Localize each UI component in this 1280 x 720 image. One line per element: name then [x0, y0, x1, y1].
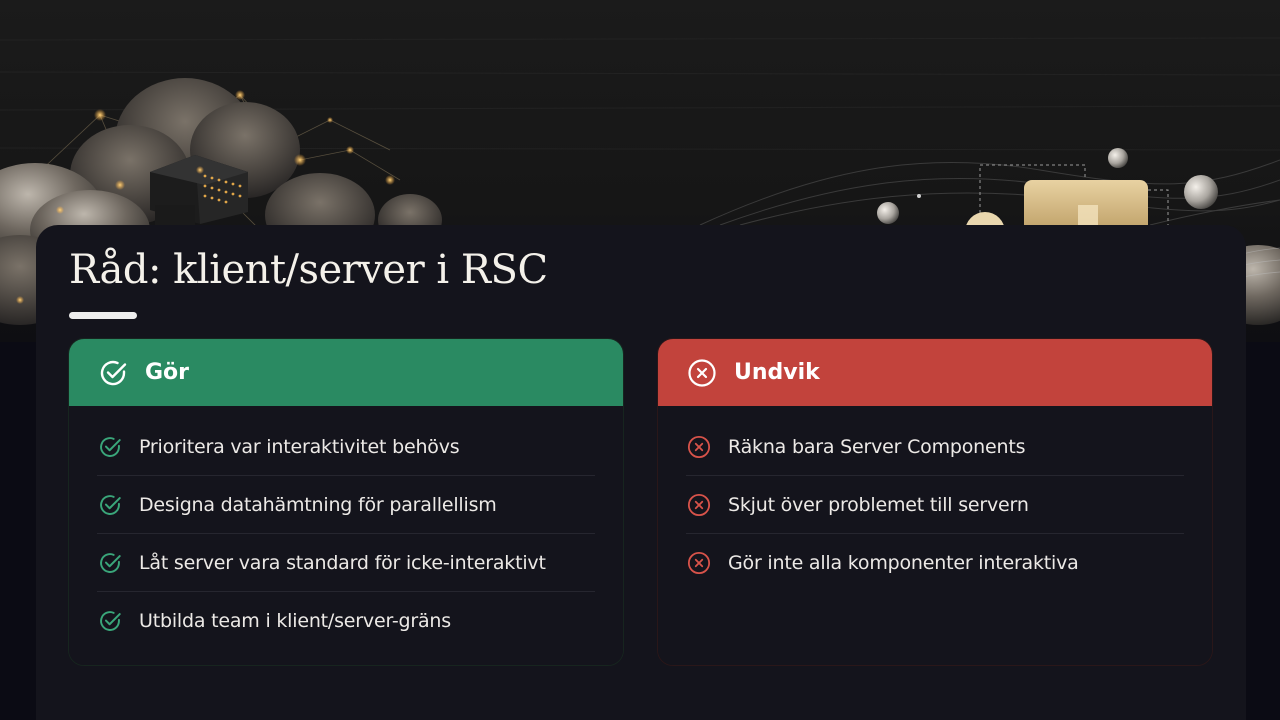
check-circle-icon: [97, 357, 129, 389]
check-circle-icon: [97, 492, 123, 518]
avoid-panel-header: Undvik: [658, 339, 1212, 406]
do-item-label: Designa datahämtning för parallellism: [139, 493, 497, 516]
slide: Råd: klient/server i RSC Gör Prioritera …: [0, 0, 1280, 720]
title-underline: [69, 312, 137, 319]
avoid-panel-heading: Undvik: [734, 360, 820, 385]
avoid-panel: Undvik Räkna bara Server Components Skju…: [657, 338, 1213, 666]
avoid-item-label: Skjut över problemet till servern: [728, 493, 1029, 516]
check-circle-icon: [97, 434, 123, 460]
do-list-item: Utbilda team i klient/server-gräns: [97, 592, 595, 649]
avoid-list: Räkna bara Server Components Skjut över …: [658, 406, 1212, 665]
do-panel-heading: Gör: [145, 360, 190, 385]
check-circle-icon: [97, 550, 123, 576]
do-list-item: Designa datahämtning för parallellism: [97, 476, 595, 534]
x-circle-icon: [686, 357, 718, 389]
check-circle-icon: [97, 608, 123, 634]
do-list: Prioritera var interaktivitet behövs Des…: [69, 406, 623, 665]
x-circle-icon: [686, 492, 712, 518]
avoid-list-item: Skjut över problemet till servern: [686, 476, 1184, 534]
x-circle-icon: [686, 550, 712, 576]
slide-title: Råd: klient/server i RSC: [69, 247, 548, 293]
content-card: Råd: klient/server i RSC Gör Prioritera …: [36, 225, 1246, 720]
do-item-label: Utbilda team i klient/server-gräns: [139, 609, 451, 632]
do-item-label: Prioritera var interaktivitet behövs: [139, 435, 460, 458]
avoid-list-item: Räkna bara Server Components: [686, 418, 1184, 476]
do-list-item: Låt server vara standard för icke-intera…: [97, 534, 595, 592]
do-panel-header: Gör: [69, 339, 623, 406]
x-circle-icon: [686, 434, 712, 460]
avoid-item-label: Gör inte alla komponenter interaktiva: [728, 551, 1079, 574]
do-panel: Gör Prioritera var interaktivitet behövs…: [68, 338, 624, 666]
do-list-item: Prioritera var interaktivitet behövs: [97, 418, 595, 476]
avoid-item-label: Räkna bara Server Components: [728, 435, 1026, 458]
do-item-label: Låt server vara standard för icke-intera…: [139, 551, 546, 574]
avoid-list-item: Gör inte alla komponenter interaktiva: [686, 534, 1184, 591]
